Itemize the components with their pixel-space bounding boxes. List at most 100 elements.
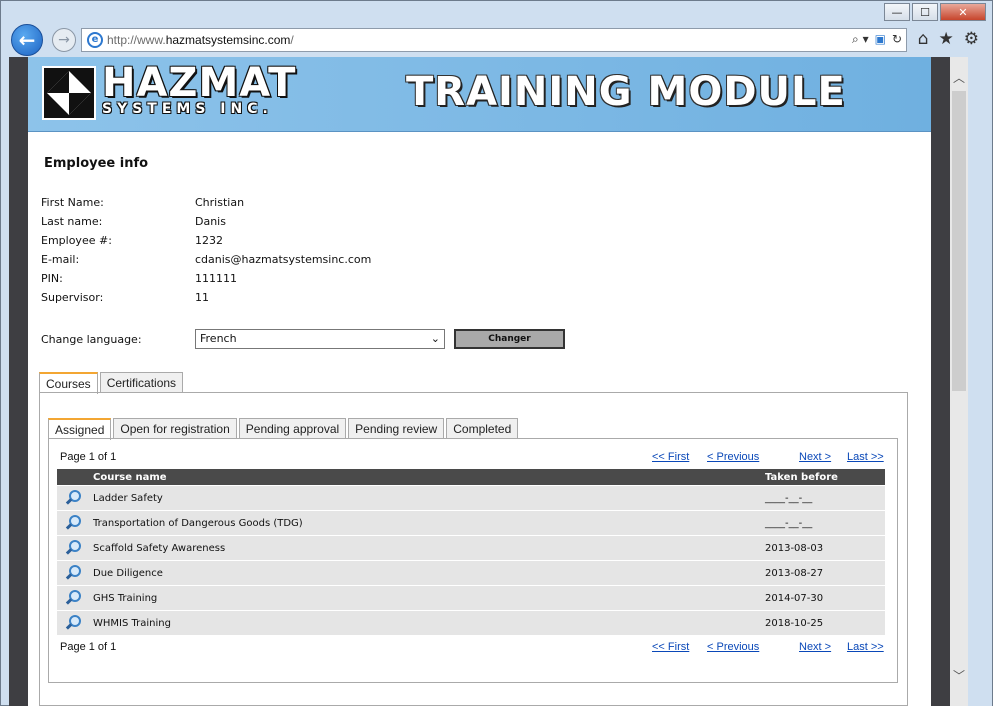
change-language-button[interactable]: Changer [454, 329, 565, 349]
tab-assigned[interactable]: Assigned [48, 418, 112, 440]
search-icon[interactable]: ⌕ ▾ [852, 32, 869, 47]
table-header-taken-before: Taken before [765, 469, 885, 486]
pager-top: Page 1 of 1 << First < Previous Next > L… [60, 451, 886, 467]
back-arrow-icon: ← [18, 28, 36, 52]
course-name-cell: WHMIS Training [93, 610, 765, 635]
browser-right-tools: ⌂ ★ ⚙ [918, 29, 979, 49]
compat-view-icon[interactable]: ▣ [875, 32, 886, 47]
site-banner: HAZMAT SYSTEMS INC. TRAINING MODULE [28, 57, 931, 132]
forward-button[interactable]: → [52, 28, 76, 52]
tab-pending-approval[interactable]: Pending approval [238, 418, 347, 439]
scroll-up-icon[interactable]: ︿ [950, 69, 968, 86]
course-name-cell: Due Diligence [93, 560, 765, 586]
url-domain: hazmatsystemsinc.com [165, 33, 291, 47]
tab-completed[interactable]: Completed [446, 418, 519, 439]
page-indicator: Page 1 of 1 [60, 641, 117, 653]
magnifier-icon[interactable] [66, 614, 81, 629]
last-page-link[interactable]: Last >> [847, 641, 884, 653]
page-indicator: Page 1 of 1 [60, 451, 117, 463]
address-bar[interactable]: e http://www.hazmatsystemsinc.com/ ⌕ ▾ ▣… [81, 28, 907, 52]
course-name-cell: Scaffold Safety Awareness [93, 535, 765, 561]
course-name-cell: Ladder Safety [93, 485, 765, 511]
taken-before-cell: 2014-07-30 [765, 585, 885, 611]
magnifier-icon[interactable] [66, 514, 81, 529]
info-value: 111111 [195, 272, 237, 285]
magnifier-icon[interactable] [66, 564, 81, 579]
language-row: Change language: French ⌄ Changer [41, 329, 565, 349]
language-select[interactable]: French ⌄ [195, 329, 445, 349]
url-suffix: / [290, 33, 294, 47]
info-row-supervisor: Supervisor: 11 [41, 291, 371, 310]
table-row[interactable]: GHS Training 2014-07-30 [57, 585, 885, 611]
refresh-icon[interactable]: ↻ [892, 32, 902, 47]
pager-bottom: Page 1 of 1 << First < Previous Next > L… [60, 641, 886, 657]
info-row-first-name: First Name: Christian [41, 196, 371, 215]
tab-courses[interactable]: Courses [39, 372, 98, 394]
info-label: E-mail: [41, 253, 80, 266]
chevron-down-icon: ⌄ [430, 332, 440, 345]
previous-page-link[interactable]: < Previous [707, 451, 759, 463]
ie-page-icon: e [87, 32, 103, 48]
scrollbar-thumb[interactable] [952, 91, 966, 391]
address-url[interactable]: http://www.hazmatsystemsinc.com/ [107, 33, 294, 47]
table-row[interactable]: Transportation of Dangerous Goods (TDG) _… [57, 510, 885, 536]
favorites-star-icon[interactable]: ★ [939, 29, 954, 49]
info-label: Last name: [41, 215, 103, 228]
hazmat-logo-icon [42, 66, 96, 120]
table-header-icon-col [57, 469, 93, 486]
tab-pending-review[interactable]: Pending review [348, 418, 445, 439]
magnifier-icon[interactable] [66, 489, 81, 504]
info-label: Supervisor: [41, 291, 104, 304]
window-right-border [968, 57, 992, 706]
magnifier-icon[interactable] [66, 589, 81, 604]
first-page-link[interactable]: << First [652, 451, 689, 463]
back-button[interactable]: ← [11, 24, 43, 56]
course-name-cell: GHS Training [93, 585, 765, 611]
table-row[interactable]: Ladder Safety ____-__-__ [57, 485, 885, 511]
home-icon[interactable]: ⌂ [918, 29, 929, 49]
gear-icon[interactable]: ⚙ [964, 29, 979, 49]
address-tools: ⌕ ▾ ▣ ↻ [852, 32, 902, 47]
employee-info-list: First Name: Christian Last name: Danis Emp… [41, 196, 371, 310]
table-header-row: Course name Taken before [57, 469, 885, 486]
browser-toolbar: ← → e http://www.hazmatsystemsinc.com/ ⌕… [7, 23, 989, 56]
table-row[interactable]: Scaffold Safety Awareness 2013-08-03 [57, 535, 885, 561]
language-selected-value: French [200, 332, 237, 345]
info-value: cdanis@hazmatsystemsinc.com [195, 253, 372, 266]
scroll-down-icon[interactable]: ﹀ [950, 667, 968, 684]
outer-tab-strip: Courses Certifications [39, 372, 185, 394]
taken-before-cell: ____-__-__ [765, 485, 885, 511]
tab-certifications[interactable]: Certifications [99, 372, 184, 393]
taken-before-cell: 2013-08-27 [765, 560, 885, 586]
language-label: Change language: [41, 332, 142, 346]
table-row[interactable]: Due Diligence 2013-08-27 [57, 560, 885, 586]
minimize-button[interactable]: — [884, 3, 910, 21]
tab-open-for-registration[interactable]: Open for registration [113, 418, 237, 439]
content-viewport: HAZMAT SYSTEMS INC. TRAINING MODULE Empl… [9, 57, 950, 706]
info-label: PIN: [41, 272, 63, 285]
info-row-employee-number: Employee #: 1232 [41, 234, 371, 253]
info-label: Employee #: [41, 234, 112, 247]
last-page-link[interactable]: Last >> [847, 451, 884, 463]
vertical-scrollbar[interactable]: ︿ ﹀ [950, 57, 968, 706]
info-value: 11 [195, 291, 209, 304]
window-controls: — ☐ ✕ [882, 3, 986, 21]
next-page-link[interactable]: Next > [799, 641, 831, 653]
info-value: 1232 [195, 234, 223, 247]
magnifier-icon[interactable] [66, 539, 81, 554]
first-page-link[interactable]: << First [652, 641, 689, 653]
maximize-button[interactable]: ☐ [912, 3, 938, 21]
next-page-link[interactable]: Next > [799, 451, 831, 463]
table-row[interactable]: WHMIS Training 2018-10-25 [57, 610, 885, 635]
employee-info-title: Employee info [44, 156, 149, 171]
taken-before-cell: 2018-10-25 [765, 610, 885, 635]
module-title: TRAINING MODULE [406, 69, 846, 115]
close-window-button[interactable]: ✕ [940, 3, 986, 21]
info-label: First Name: [41, 196, 104, 209]
forward-arrow-icon: → [58, 32, 70, 48]
taken-before-cell: 2013-08-03 [765, 535, 885, 561]
web-page: HAZMAT SYSTEMS INC. TRAINING MODULE Empl… [28, 57, 931, 706]
previous-page-link[interactable]: < Previous [707, 641, 759, 653]
courses-table: Course name Taken before Ladder Safety __… [57, 469, 885, 635]
table-header-course-name: Course name [93, 469, 765, 486]
